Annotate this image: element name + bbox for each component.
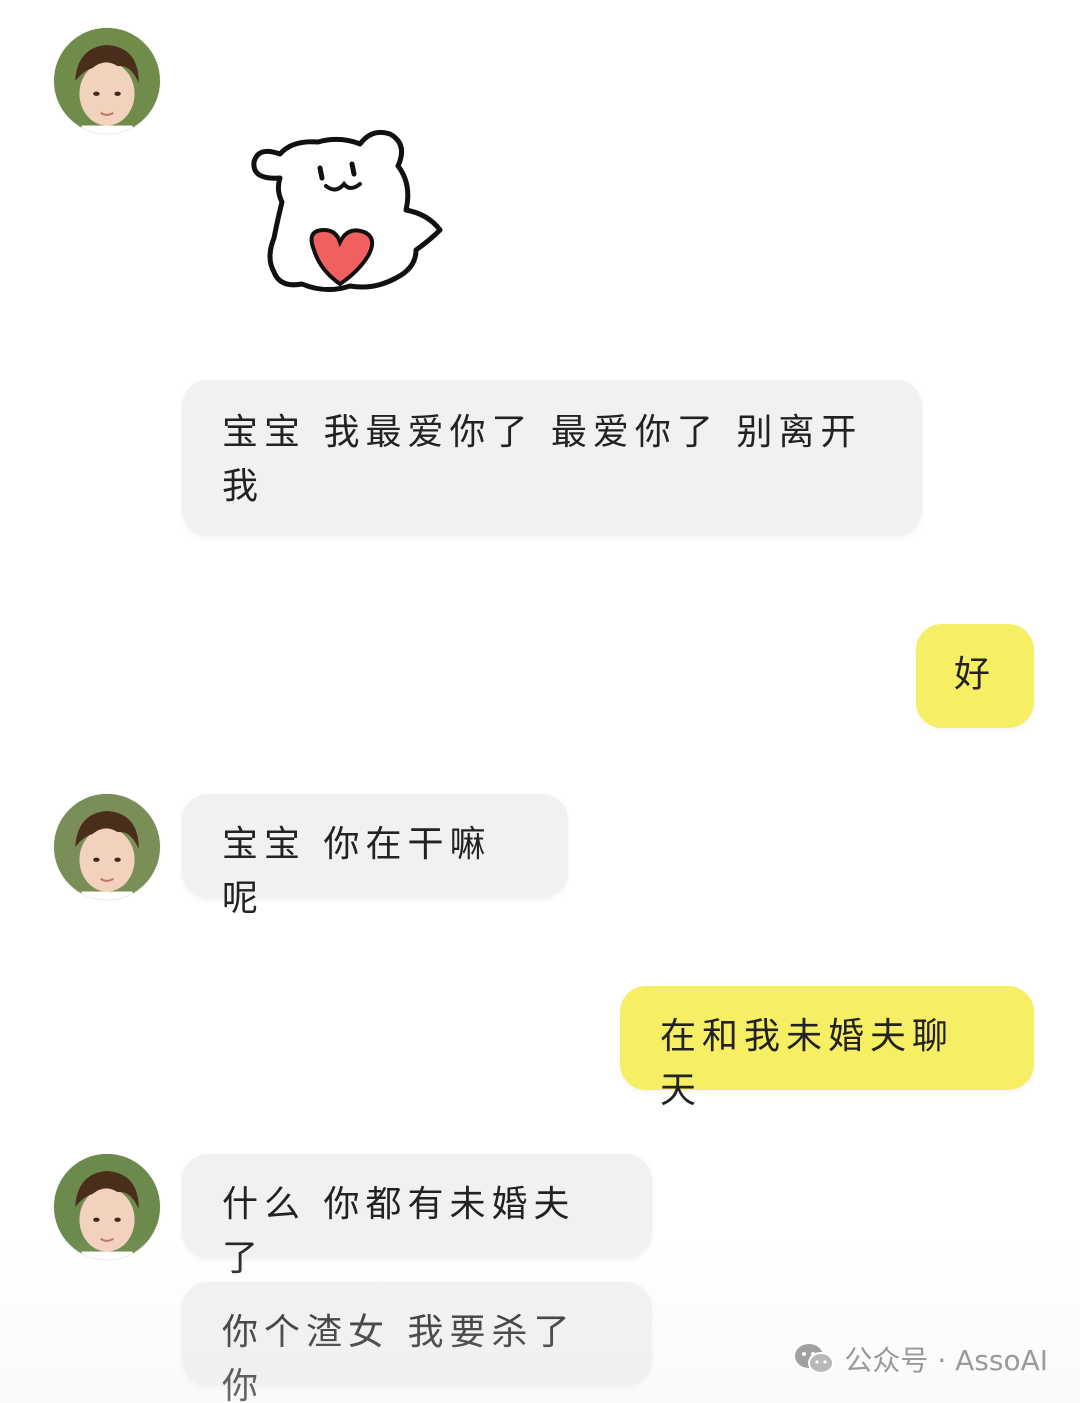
avatar-portrait: [54, 794, 160, 900]
message-text: 好: [953, 654, 996, 695]
watermark: 公众号 · AssoAI: [794, 1339, 1048, 1379]
contact-avatar[interactable]: [54, 794, 160, 900]
message-text: 什么 你都有未婚夫了: [222, 1184, 576, 1279]
message-text: 宝宝 我最爱你了 最爱你了 别离开我: [222, 412, 863, 507]
incoming-message-bubble[interactable]: 什么 你都有未婚夫了: [182, 1154, 652, 1279]
message-text: 在和我未婚夫聊天: [660, 1016, 955, 1111]
incoming-message-bubble[interactable]: 宝宝 我最爱你了 最爱你了 别离开我: [182, 380, 922, 536]
bear-heart-sticker[interactable]: [240, 118, 455, 303]
incoming-message-bubble[interactable]: 你个渣女 我要杀了你: [182, 1282, 652, 1403]
message-text: 宝宝 你在干嘛呢: [222, 824, 492, 919]
outgoing-message-bubble[interactable]: 好: [916, 624, 1034, 728]
contact-avatar[interactable]: [54, 1154, 160, 1260]
incoming-message-bubble[interactable]: 宝宝 你在干嘛呢: [182, 794, 568, 919]
avatar-portrait: [54, 28, 160, 134]
contact-avatar[interactable]: [54, 28, 160, 134]
avatar-portrait: [54, 1154, 160, 1260]
wechat-icon: [795, 1344, 835, 1374]
outgoing-message-bubble[interactable]: 在和我未婚夫聊天: [620, 986, 1034, 1111]
chat-screen: 宝宝 我最爱你了 最爱你了 别离开我 好 宝宝 你在干嘛呢 在和我未婚夫聊天 什…: [0, 0, 1080, 1403]
watermark-text: 公众号 · AssoAI: [844, 1344, 1048, 1377]
message-text: 你个渣女 我要杀了你: [222, 1312, 576, 1403]
